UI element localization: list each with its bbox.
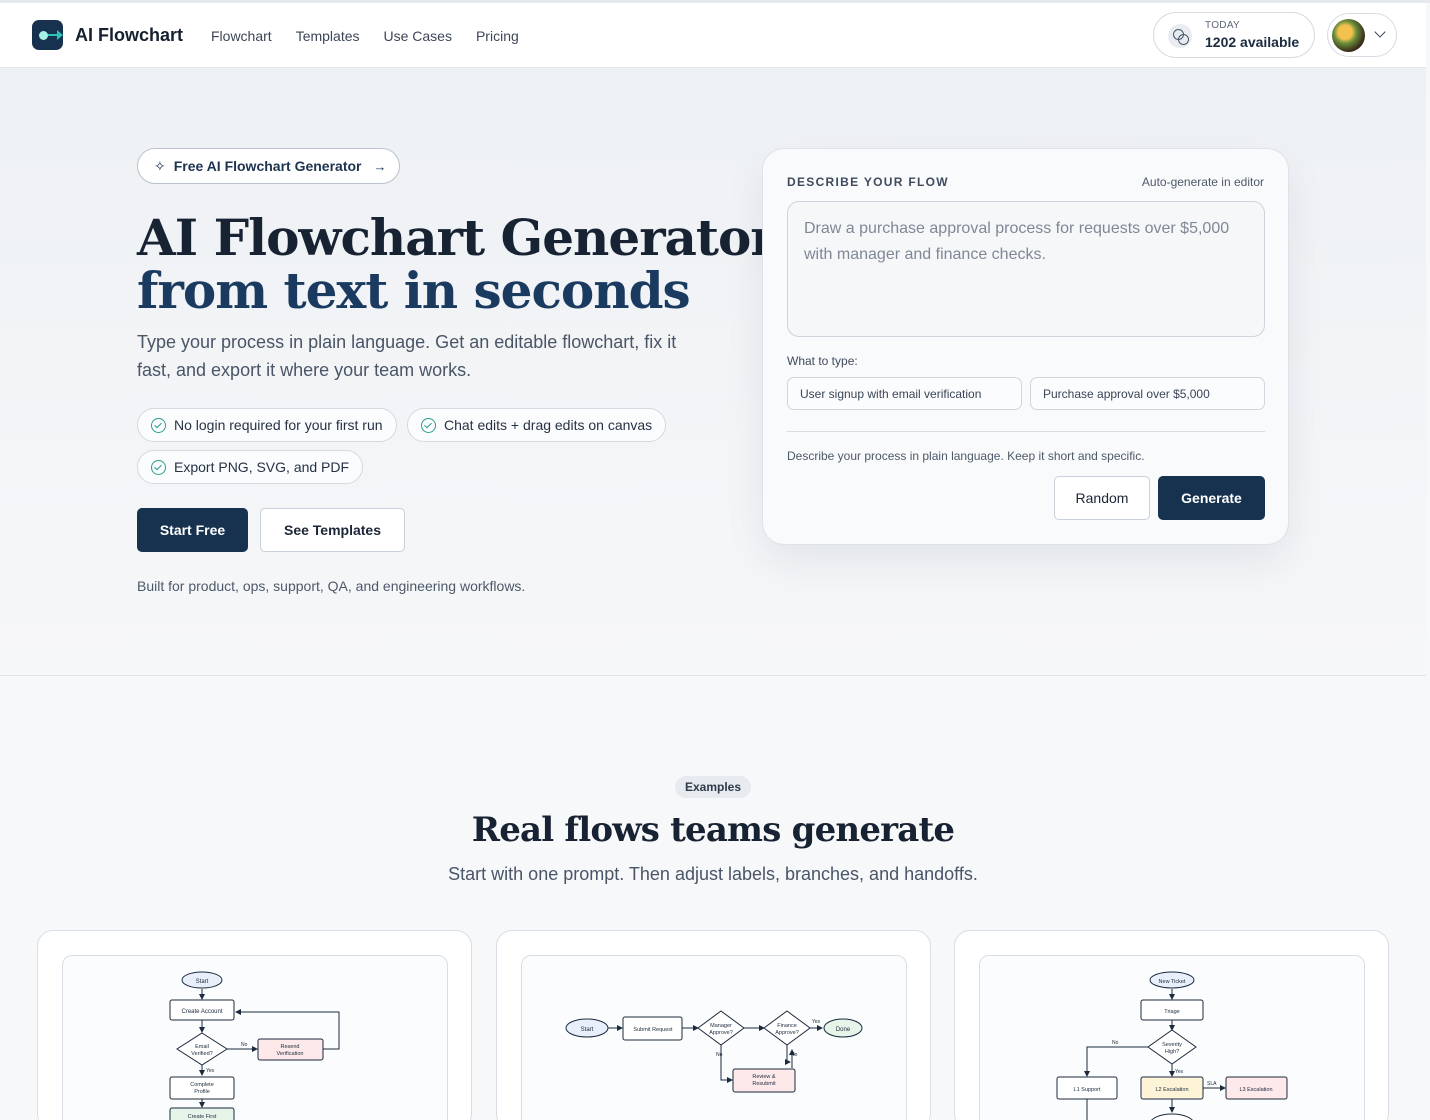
see-templates-button[interactable]: See Templates [260, 508, 405, 552]
flowchart-preview-signup: Start Create Account Email Verified? No … [169, 971, 340, 1120]
check-circle-icon [151, 417, 166, 433]
flowchart-preview-support: New Ticket Triage Severity High? No Yes … [1056, 971, 1288, 1120]
form-hint: Describe your process in plain language.… [787, 449, 1145, 463]
feature-chip-export: Export PNG, SVG, and PDF [137, 450, 364, 484]
flow-description-input[interactable] [787, 201, 1265, 337]
node-label: Triage [1164, 1009, 1179, 1015]
check-circle-icon [151, 459, 166, 475]
edge-label: Yes [812, 1019, 821, 1025]
node-label: Verified? [191, 1051, 212, 1057]
credits-label: TODAY [1205, 20, 1241, 31]
credits-indicator[interactable]: TODAY 1202 available [1153, 12, 1315, 58]
node-label: L3 Escalation [1239, 1087, 1272, 1093]
node-label: Profile [194, 1089, 210, 1095]
account-menu-button[interactable] [1327, 13, 1397, 57]
example-preview: Start Create Account Email Verified? No … [62, 955, 448, 1120]
node-label: Manager [710, 1023, 732, 1029]
coins-icon [1168, 24, 1192, 48]
card-title: DESCRIBE YOUR FLOW [787, 175, 949, 189]
check-circle-icon [421, 417, 436, 433]
suggestion-user-signup[interactable]: User signup with email verification [787, 377, 1022, 410]
node-label: New Ticket [1159, 979, 1186, 985]
node-partial [1151, 1113, 1193, 1120]
hero-subtitle: Type your process in plain language. Get… [137, 332, 677, 380]
edge-label: SLA [1207, 1081, 1217, 1087]
nav-flowchart[interactable]: Flowchart [211, 28, 272, 44]
edge-label: Yes [1175, 1069, 1184, 1075]
brand-name[interactable]: AI Flowchart [75, 25, 183, 46]
random-button[interactable]: Random [1054, 476, 1150, 520]
logo-icon[interactable] [32, 20, 63, 50]
node-label: Severity [1162, 1042, 1182, 1048]
node-label: L2 Escalation [1155, 1087, 1188, 1093]
node-label: Create Account [181, 1009, 222, 1015]
node-label: Approve? [775, 1030, 799, 1036]
node-label: L1 Support [1074, 1087, 1101, 1093]
node-label: High? [1165, 1049, 1179, 1055]
free-generator-pill[interactable]: ✧ Free AI Flowchart Generator → [137, 148, 400, 184]
built-for-text: Built for product, ops, support, QA, and… [137, 578, 526, 594]
example-card-purchase-approval[interactable]: Start Submit Request Manager Approve? Fi… [496, 930, 931, 1120]
node-label: Start [196, 979, 209, 985]
node-label: Start [581, 1027, 594, 1033]
chip-label: Chat edits + drag edits on canvas [444, 417, 653, 433]
chip-label: Export PNG, SVG, and PDF [174, 459, 350, 475]
feature-chip-no-login: No login required for your first run [137, 408, 397, 442]
examples-title: Real flows teams generate [471, 810, 955, 850]
node-label: Email [195, 1044, 209, 1050]
example-preview: New Ticket Triage Severity High? No Yes … [979, 955, 1365, 1120]
sparkle-icon: ✧ [154, 157, 166, 174]
node-label: Resubmit [752, 1081, 776, 1087]
suggestion-purchase-approval[interactable]: Purchase approval over $5,000 [1030, 377, 1265, 410]
nav-use-cases[interactable]: Use Cases [384, 28, 452, 44]
credits-value: 1202 available [1205, 34, 1300, 50]
what-to-type-label: What to type: [787, 354, 858, 368]
edge-label: No [1112, 1040, 1119, 1046]
nav-pricing[interactable]: Pricing [476, 28, 519, 44]
edge-label: No [241, 1042, 248, 1048]
avatar [1332, 19, 1365, 52]
node-label: Finance [777, 1023, 797, 1029]
node-label: Create First [188, 1114, 217, 1120]
node-label: Resend [281, 1044, 300, 1050]
node-label: Complete [190, 1082, 214, 1088]
example-card-support-escalation[interactable]: New Ticket Triage Severity High? No Yes … [954, 930, 1389, 1120]
chip-label: No login required for your first run [174, 417, 383, 433]
node-label: Done [836, 1027, 851, 1033]
hero-section: ✧ Free AI Flowchart Generator → AI Flowc… [0, 68, 1426, 676]
hero-title-line2: from text in seconds [137, 261, 691, 320]
arrow-right-icon: → [373, 158, 387, 174]
node-label: Approve? [709, 1030, 733, 1036]
node-complete-profile [169, 1076, 235, 1100]
auto-generate-label: Auto-generate in editor [1141, 175, 1264, 189]
example-card-signup[interactable]: Start Create Account Email Verified? No … [37, 930, 472, 1120]
edge-label: No [791, 1052, 798, 1058]
divider [787, 431, 1265, 432]
node-label: Verification [277, 1051, 304, 1057]
chevron-down-icon [1374, 26, 1386, 38]
hero-title-line1: AI Flowchart Generator [137, 208, 777, 267]
generate-button[interactable]: Generate [1158, 476, 1265, 520]
examples-badge: Examples [675, 776, 751, 798]
feature-chip-chat-edits: Chat edits + drag edits on canvas [407, 408, 667, 442]
describe-flow-card: DESCRIBE YOUR FLOW Auto-generate in edit… [762, 148, 1289, 545]
example-preview: Start Submit Request Manager Approve? Fi… [521, 955, 907, 1120]
examples-subtitle: Start with one prompt. Then adjust label… [448, 864, 978, 884]
main-nav: Flowchart Templates Use Cases Pricing [211, 28, 519, 44]
start-free-button[interactable]: Start Free [137, 508, 248, 552]
edge-label: No [716, 1052, 723, 1058]
node-label: Review & [752, 1074, 776, 1080]
pill-label: Free AI Flowchart Generator [173, 158, 362, 174]
node-label: Submit Request [633, 1027, 673, 1033]
edge-label: Yes [206, 1068, 215, 1074]
flowchart-preview-purchase: Start Submit Request Manager Approve? Fi… [565, 1010, 863, 1093]
top-navbar: AI Flowchart Flowchart Templates Use Cas… [0, 3, 1426, 68]
nav-templates[interactable]: Templates [296, 28, 360, 44]
